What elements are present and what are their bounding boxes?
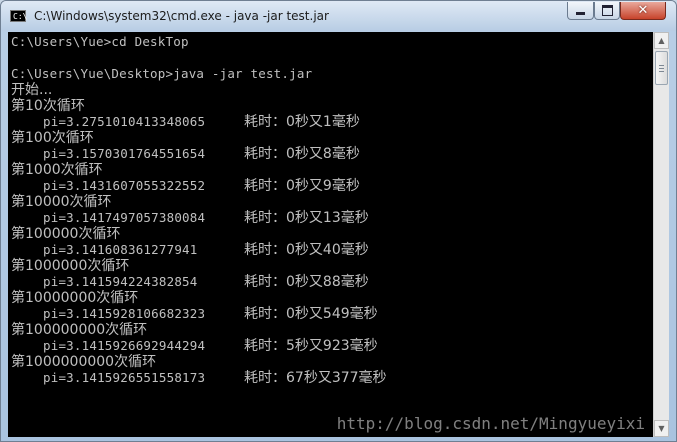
close-icon: ✕ bbox=[637, 3, 649, 18]
grip-line bbox=[659, 68, 664, 69]
loop-label: 第1000000次循环 bbox=[11, 258, 130, 274]
pi-value: pi=3.1417497057380084 bbox=[43, 210, 206, 225]
loop-label: 第100000000次循环 bbox=[11, 322, 148, 338]
loop-result-row: pi=3.141608361277941 耗时：0秒又40毫秒 bbox=[11, 242, 611, 258]
pi-value: pi=3.1570301764551654 bbox=[43, 146, 206, 161]
pi-value: pi=3.1415926692944294 bbox=[43, 338, 206, 353]
loop-result-row: pi=3.1417497057380084 耗时：0秒又13毫秒 bbox=[11, 210, 611, 226]
console-output[interactable]: C:\Users\Yue>cd DeskTop C:\Users\Yue\Des… bbox=[8, 32, 653, 437]
grip-line bbox=[659, 71, 664, 72]
console-line-start: 开始... bbox=[11, 82, 53, 98]
pi-value: pi=3.141608361277941 bbox=[43, 242, 198, 257]
maximize-icon bbox=[601, 5, 613, 16]
window-title: C:\Windows\system32\cmd.exe - java -jar … bbox=[34, 9, 329, 23]
loop-label: 第1000次循环 bbox=[11, 162, 103, 178]
vertical-scrollbar[interactable]: ▲ ▼ bbox=[653, 32, 669, 437]
loop-label: 第10000次循环 bbox=[11, 194, 112, 210]
pi-value: pi=3.1431607055322552 bbox=[43, 178, 206, 193]
loop-result-row: pi=3.2751010413348065 耗时：0秒又1毫秒 bbox=[11, 114, 611, 130]
elapsed-time: 耗时：0秒又88毫秒 bbox=[244, 274, 369, 290]
maximize-button[interactable] bbox=[594, 2, 620, 20]
minimize-icon bbox=[576, 12, 585, 15]
pi-value: pi=3.1415928106682323 bbox=[43, 306, 206, 321]
elapsed-time: 耗时：0秒又549毫秒 bbox=[244, 306, 378, 322]
scroll-down-button[interactable]: ▼ bbox=[654, 420, 669, 437]
loop-result-row: pi=3.1415926692944294 耗时：5秒又923毫秒 bbox=[11, 338, 611, 354]
pi-value: pi=3.141594224382854 bbox=[43, 274, 198, 289]
loop-label: 第10次循环 bbox=[11, 98, 85, 114]
console-line-prompt-cd: C:\Users\Yue>cd DeskTop bbox=[11, 34, 189, 49]
loop-label: 第10000000次循环 bbox=[11, 290, 139, 306]
scroll-up-button[interactable]: ▲ bbox=[654, 32, 669, 49]
grip-line bbox=[659, 65, 664, 66]
loop-label: 第100次循环 bbox=[11, 130, 94, 146]
loop-result-row: pi=3.1570301764551654 耗时：0秒又8毫秒 bbox=[11, 146, 611, 162]
arrow-down-icon: ▼ bbox=[658, 424, 665, 433]
elapsed-time: 耗时：0秒又8毫秒 bbox=[244, 146, 360, 162]
elapsed-time: 耗时：0秒又13毫秒 bbox=[244, 210, 369, 226]
cmd-window: C:\ C:\Windows\system32\cmd.exe - java -… bbox=[0, 0, 677, 442]
title-bar[interactable]: C:\ C:\Windows\system32\cmd.exe - java -… bbox=[1, 1, 676, 31]
elapsed-time: 耗时：67秒又377毫秒 bbox=[244, 370, 387, 386]
console-line-prompt-java: C:\Users\Yue\Desktop>java -jar test.jar bbox=[11, 66, 313, 81]
minimize-button[interactable] bbox=[567, 2, 594, 20]
loop-result-row: pi=3.1431607055322552 耗时：0秒又9毫秒 bbox=[11, 178, 611, 194]
pi-value: pi=3.1415926551558173 bbox=[43, 370, 206, 385]
loop-result-row: pi=3.141594224382854 耗时：0秒又88毫秒 bbox=[11, 274, 611, 290]
loop-label: 第100000次循环 bbox=[11, 226, 121, 242]
arrow-up-icon: ▲ bbox=[658, 36, 665, 45]
loop-label: 第1000000000次循环 bbox=[11, 354, 157, 370]
cmd-app-icon[interactable]: C:\ bbox=[10, 10, 27, 22]
elapsed-time: 耗时：5秒又923毫秒 bbox=[244, 338, 378, 354]
pi-value: pi=3.2751010413348065 bbox=[43, 114, 206, 129]
watermark-url: http://blog.csdn.net/Mingyueyixi bbox=[336, 414, 645, 433]
scroll-thumb[interactable] bbox=[655, 51, 668, 85]
close-button[interactable]: ✕ bbox=[620, 2, 666, 20]
elapsed-time: 耗时：0秒又9毫秒 bbox=[244, 178, 360, 194]
loop-result-row: pi=3.1415926551558173 耗时：67秒又377毫秒 bbox=[11, 370, 611, 386]
elapsed-time: 耗时：0秒又40毫秒 bbox=[244, 242, 369, 258]
loop-result-row: pi=3.1415928106682323 耗时：0秒又549毫秒 bbox=[11, 306, 611, 322]
elapsed-time: 耗时：0秒又1毫秒 bbox=[244, 114, 360, 130]
